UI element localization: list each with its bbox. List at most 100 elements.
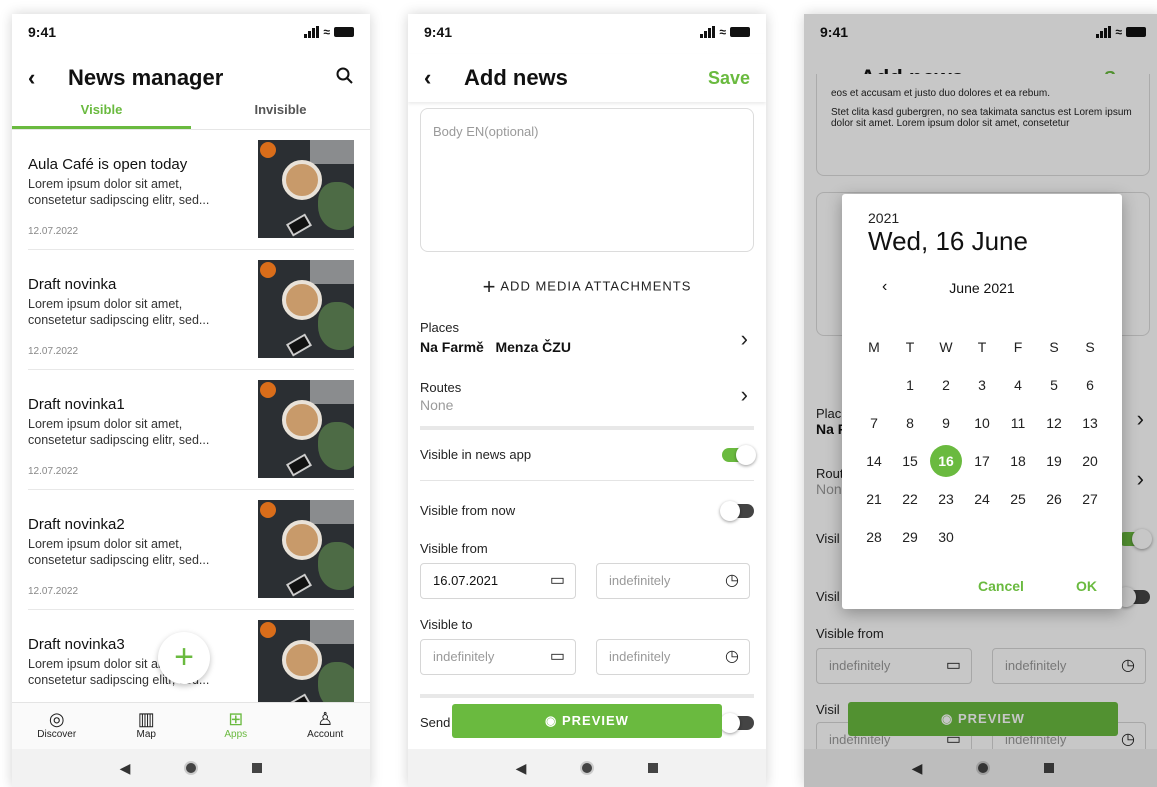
divider [420,426,754,430]
calendar-day[interactable]: 16 [930,445,962,477]
tab-invisible[interactable]: Invisible [191,100,370,129]
add-news-screen: 9:41 ≈ ‹ Add news Save Body EN(optional)… [408,14,766,787]
routes-row[interactable]: Routes None › [420,380,754,420]
news-item[interactable]: Draft novinka2 Lorem ipsum dolor sit ame… [28,490,354,610]
weekday-label: W [939,339,953,355]
sys-recents-icon[interactable] [648,763,659,773]
chevron-right-icon: › [740,326,748,351]
visible-from-time-field[interactable]: indefinitely ◷ [596,563,750,599]
send-toggle[interactable] [720,713,754,733]
nav-apps[interactable]: ⊞ Apps [191,703,281,750]
news-description: Lorem ipsum dolor sit amet, consetetur s… [28,177,210,207]
calendar-day[interactable]: 24 [964,480,1000,518]
sys-back-icon[interactable]: ◀ [516,760,527,777]
calendar-day[interactable]: 20 [1072,442,1108,480]
picker-year[interactable]: 2021 [868,210,899,226]
news-description: Lorem ipsum dolor sit amet, consetetur s… [28,537,210,567]
calendar-day[interactable]: 3 [964,366,1000,404]
sys-recents-icon[interactable] [252,763,263,773]
calendar-day[interactable]: 27 [1072,480,1108,518]
clock-icon: ◷ [725,648,739,665]
news-item[interactable]: Draft novinka1 Lorem ipsum dolor sit ame… [28,370,354,490]
tab-bar: Visible Invisible [12,100,370,130]
news-title: Draft novinka3 [28,636,125,653]
status-time: 9:41 [28,24,57,40]
calendar-day[interactable]: 22 [892,480,928,518]
news-item[interactable]: Aula Café is open today Lorem ipsum dolo… [28,130,354,250]
calendar-day[interactable]: 23 [928,480,964,518]
news-item[interactable]: Draft novinka Lorem ipsum dolor sit amet… [28,250,354,370]
calendar-day[interactable]: 30 [928,518,964,556]
search-icon[interactable] [336,67,354,90]
add-media-label: ADD MEDIA ATTACHMENTS [500,278,692,294]
calendar-day[interactable]: 4 [1000,366,1036,404]
account-icon: ♙ [317,709,334,729]
calendar-day[interactable]: 21 [856,480,892,518]
nav-account[interactable]: ♙ Account [281,703,371,750]
news-thumbnail [258,140,354,238]
visible-from-date-value: 16.07.2021 [433,573,499,588]
picker-selected-date: Wed, 16 June [868,226,1028,256]
signal-icon [304,26,320,38]
body-en-placeholder: Body EN(optional) [433,124,539,139]
calendar-day[interactable]: 13 [1072,404,1108,442]
news-title: Aula Café is open today [28,156,188,173]
calendar-day[interactable]: 7 [856,404,892,442]
news-date: 12.07.2022 [28,466,79,477]
status-time: 9:41 [424,24,453,40]
status-icons: ≈ [700,25,750,39]
calendar-day[interactable]: 8 [892,404,928,442]
add-media-button[interactable]: + ADD MEDIA ATTACHMENTS [408,274,766,300]
tab-visible[interactable]: Visible [12,100,191,129]
visible-in-app-row: Visible in news app [420,445,756,468]
battery-icon [334,27,354,37]
calendar-day[interactable]: 28 [856,518,892,556]
visible-from-now-toggle[interactable] [720,501,754,521]
cancel-button[interactable]: Cancel [978,578,1024,594]
places-row[interactable]: Places Na Farmě Menza ČZU › [420,320,754,366]
calendar-day[interactable]: 29 [892,518,928,556]
calendar-day[interactable]: 17 [964,442,1000,480]
calendar-day[interactable]: 6 [1072,366,1108,404]
calendar-day[interactable]: 11 [1000,404,1036,442]
routes-label: Routes [420,380,462,395]
ok-button[interactable]: OK [1076,578,1097,594]
sys-home-icon[interactable] [184,761,199,775]
nav-discover[interactable]: ◎ Discover [12,703,102,750]
calendar-day[interactable]: 18 [1000,442,1036,480]
sys-back-icon[interactable]: ◀ [120,760,131,777]
visible-to-time-field[interactable]: indefinitely ◷ [596,639,750,675]
calendar-day[interactable]: 14 [856,442,892,480]
back-icon[interactable]: ‹ [424,65,450,91]
news-date: 12.07.2022 [28,346,79,357]
add-news-button[interactable]: + [158,632,210,684]
calendar-day[interactable]: 1 [892,366,928,404]
calendar-day[interactable]: 19 [1036,442,1072,480]
save-button[interactable]: Save [708,68,750,89]
calendar-grid: M T W T F S S 1 2 3 4 5 6 7 8 9 10 11 12 13 14 15 16 17 18 19 20 21… [856,328,1108,556]
wifi-icon: ≈ [719,25,726,39]
calendar-day[interactable]: 10 [964,404,1000,442]
visible-in-app-toggle[interactable] [722,445,756,465]
signal-icon [700,26,716,38]
routes-value: None [420,397,454,413]
news-date: 12.07.2022 [28,226,79,237]
nav-label: Apps [224,729,248,740]
calendar-day[interactable]: 2 [928,366,964,404]
visible-to-date-field[interactable]: indefinitely ▭ [420,639,576,675]
calendar-day[interactable]: 9 [928,404,964,442]
prev-month-icon[interactable]: ‹ [882,278,887,296]
preview-button[interactable]: ◉ PREVIEW [452,704,722,738]
calendar-day[interactable]: 25 [1000,480,1036,518]
sys-home-icon[interactable] [580,761,595,775]
calendar-day[interactable]: 5 [1036,366,1072,404]
weekday-label: F [1013,339,1023,355]
visible-from-date-field[interactable]: 16.07.2021 ▭ [420,563,576,599]
body-en-field[interactable]: Body EN(optional) [420,108,754,252]
calendar-day[interactable]: 15 [892,442,928,480]
calendar-day[interactable]: 26 [1036,480,1072,518]
calendar-day[interactable]: 12 [1036,404,1072,442]
clock-icon: ◷ [725,572,739,589]
nav-map[interactable]: ▥ Map [102,703,192,750]
back-icon[interactable]: ‹ [28,65,54,91]
